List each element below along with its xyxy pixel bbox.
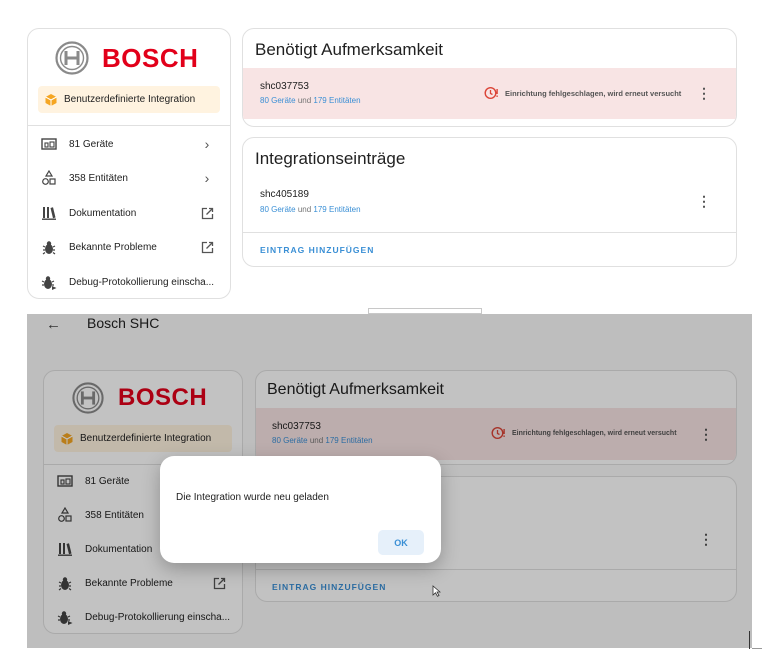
- integration-entries-card: Integrationseinträge shc405189 80 Geräte…: [242, 137, 737, 267]
- add-entry-button[interactable]: EINTRAG HINZUFÜGEN: [260, 245, 374, 255]
- sidebar-item-label: Dokumentation: [69, 207, 137, 219]
- attention-entry-meta: 80 Geräte und 179 Entitäten: [260, 96, 361, 105]
- device-icon: [40, 135, 58, 153]
- book-icon: [40, 204, 58, 222]
- integration-sidebar-card: BOSCH Benutzerdefinierte Integration 81 …: [27, 28, 231, 299]
- sidebar-item-label: Bekannte Probleme: [69, 241, 157, 253]
- overflow-menu-icon[interactable]: ⋮: [697, 191, 711, 211]
- bosch-logo: BOSCH: [55, 41, 198, 75]
- sidebar-item-known-issues[interactable]: Bekannte Probleme: [40, 237, 220, 257]
- reload-confirmation-dialog: Die Integration wurde neu geladen OK: [160, 456, 441, 563]
- attention-title: Benötigt Aufmerksamkeit: [255, 40, 444, 59]
- entry-meta: 80 Geräte und 179 Entitäten: [260, 205, 361, 214]
- sidebar-item-entities[interactable]: 358 Entitäten: [40, 168, 220, 188]
- custom-integration-label: Benutzerdefinierte Integration: [64, 94, 196, 105]
- custom-integration-badge: Benutzerdefinierte Integration: [38, 86, 220, 113]
- clock-alert-icon: [484, 86, 498, 100]
- sidebar-item-label: 81 Geräte: [69, 138, 114, 150]
- devices-link[interactable]: 80 Geräte: [260, 205, 296, 214]
- sidebar-item-label: 358 Entitäten: [69, 172, 128, 184]
- entries-title: Integrationseinträge: [255, 149, 406, 168]
- crop-mark: [752, 648, 762, 649]
- setup-error-status: Einrichtung fehlgeschlagen, wird erneut …: [484, 86, 681, 100]
- sidebar-item-documentation[interactable]: Dokumentation: [40, 203, 220, 223]
- entities-icon: [40, 169, 58, 187]
- bug-play-icon: [40, 273, 58, 291]
- entry-name: shc405189: [260, 189, 309, 200]
- open-in-new-icon[interactable]: [200, 239, 214, 255]
- bug-icon: [40, 238, 58, 256]
- entities-link[interactable]: 179 Entitäten: [313, 96, 360, 105]
- package-icon: [45, 93, 57, 106]
- open-in-new-icon[interactable]: [200, 205, 214, 221]
- ok-button[interactable]: OK: [378, 530, 424, 555]
- bosch-armature-icon: [55, 41, 89, 75]
- attention-card: Benötigt Aufmerksamkeit shc037753 80 Ger…: [242, 28, 737, 127]
- attention-entry-name: shc037753: [260, 81, 309, 92]
- entities-link[interactable]: 179 Entitäten: [313, 205, 360, 214]
- setup-error-text: Einrichtung fehlgeschlagen, wird erneut …: [505, 88, 682, 98]
- conjunction-text: und: [297, 96, 312, 105]
- conjunction-text: und: [297, 205, 312, 214]
- entries-divider: [243, 232, 736, 233]
- overflow-menu-icon[interactable]: ⋮: [697, 83, 711, 103]
- sidebar-item-label: Debug-Protokollierung einscha...: [69, 276, 215, 288]
- chevron-right-icon[interactable]: ›: [200, 136, 214, 152]
- sidebar-item-debug-logging[interactable]: Debug-Protokollierung einscha...: [40, 272, 220, 292]
- mouse-cursor-icon: [432, 585, 441, 597]
- crop-mark: [749, 631, 750, 649]
- dialog-message: Die Integration wurde neu geladen: [176, 492, 329, 503]
- sidebar-divider: [28, 125, 230, 126]
- chevron-right-icon[interactable]: ›: [200, 170, 214, 186]
- devices-link[interactable]: 80 Geräte: [260, 96, 296, 105]
- top-screenshot: BOSCH Benutzerdefinierte Integration 81 …: [0, 0, 764, 310]
- sidebar-item-devices[interactable]: 81 Geräte: [40, 134, 220, 154]
- brand-name: BOSCH: [102, 42, 199, 73]
